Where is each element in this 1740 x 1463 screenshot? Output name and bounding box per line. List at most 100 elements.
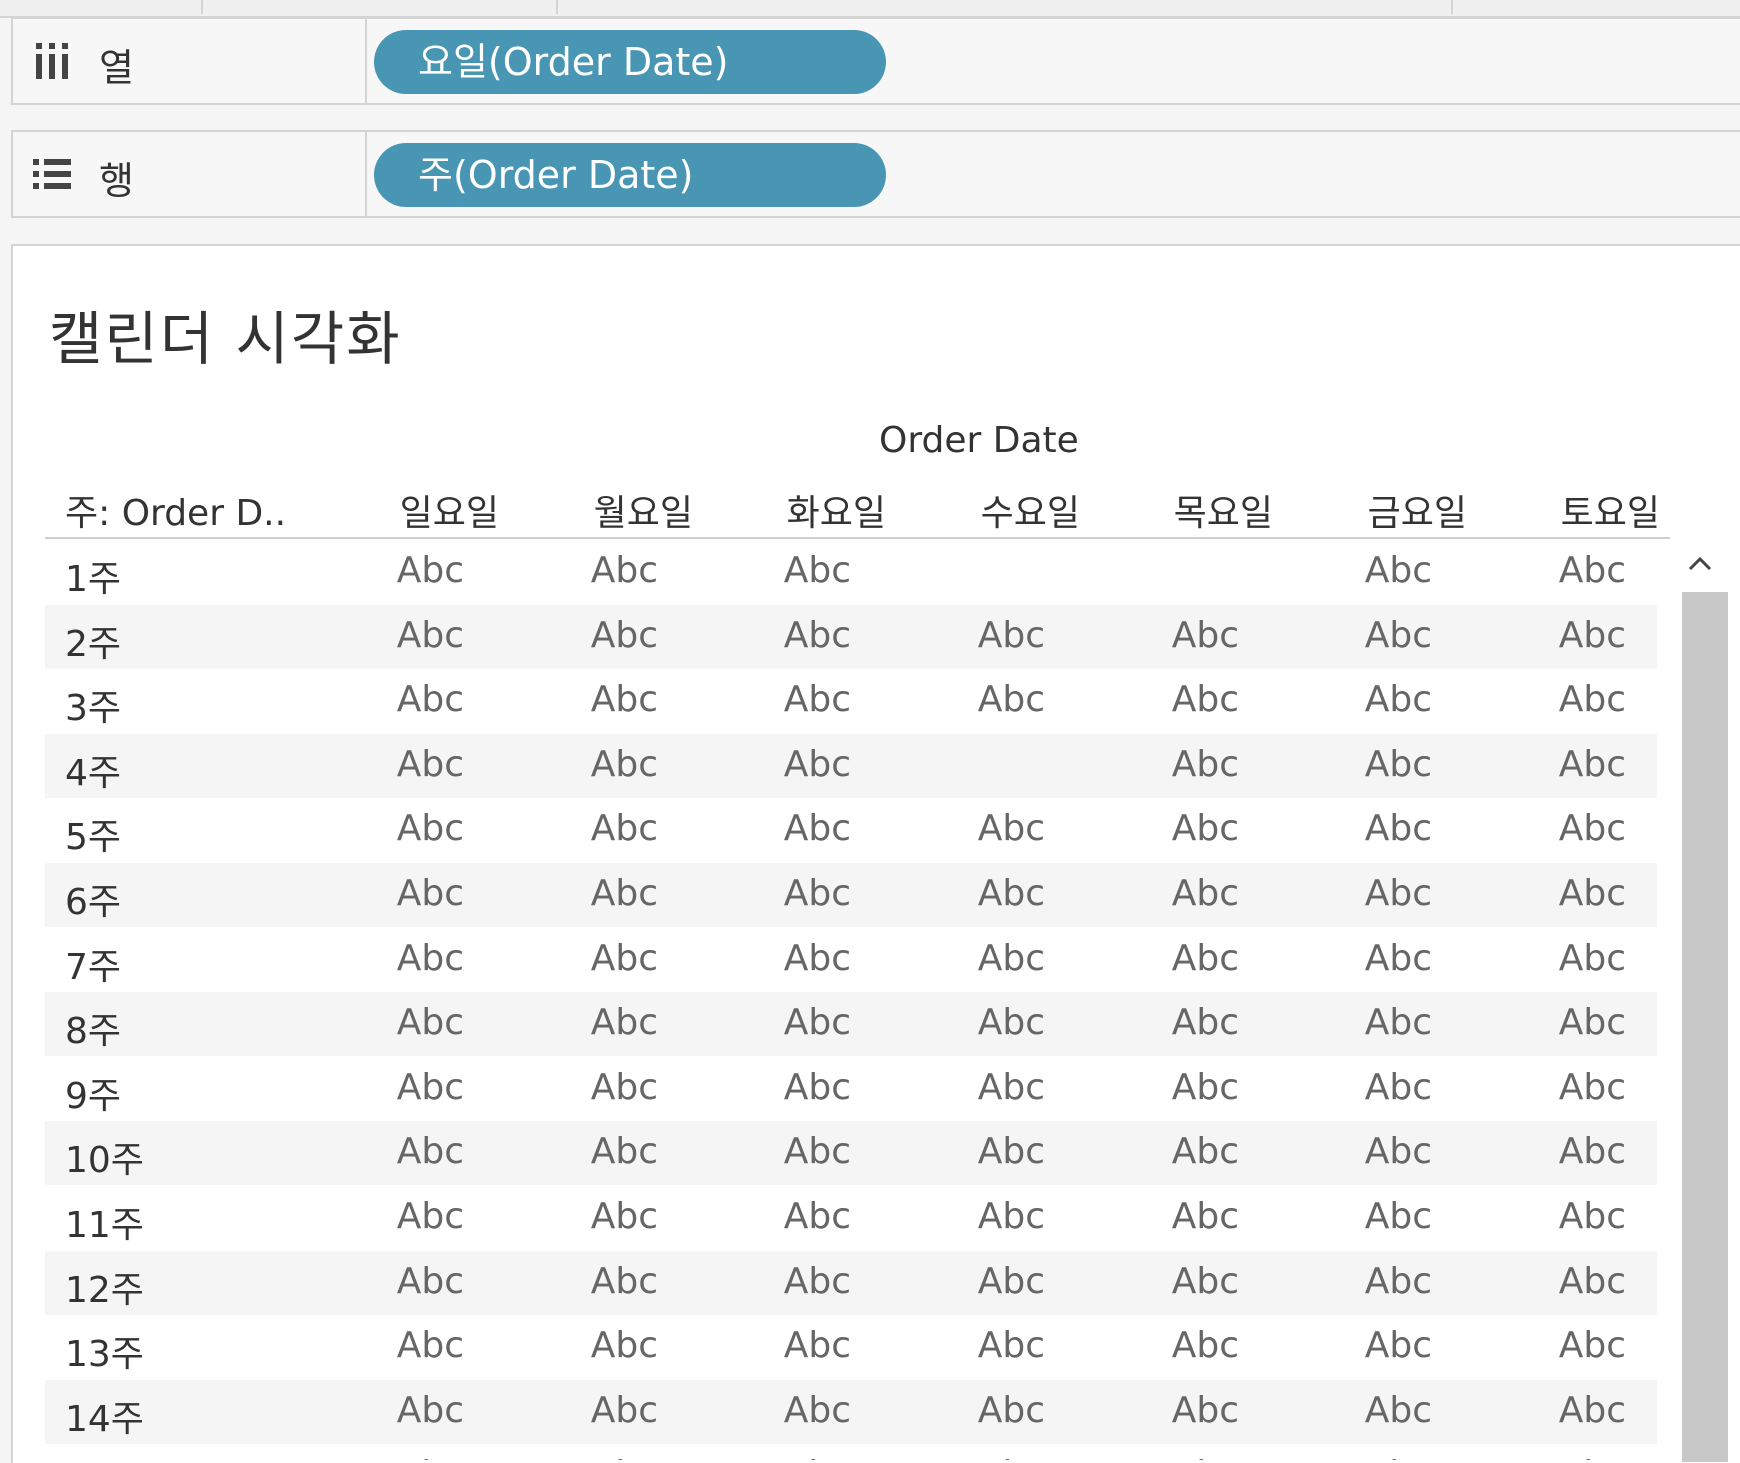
day-cell[interactable]: Abc <box>1559 1454 1626 1460</box>
day-cell[interactable]: Abc <box>397 1196 464 1237</box>
day-cell[interactable]: Abc <box>1365 1002 1432 1043</box>
day-cell[interactable]: Abc <box>397 1131 464 1172</box>
week-label[interactable]: 2주 <box>65 615 121 667</box>
day-cell[interactable]: Abc <box>591 679 658 720</box>
day-cell[interactable]: Abc <box>397 1454 464 1460</box>
table-row[interactable]: 1주 Abc Abc Abc Abc Abc <box>45 540 1657 604</box>
day-cell[interactable]: Abc <box>1172 1390 1239 1431</box>
day-cell[interactable]: Abc <box>1365 1390 1432 1431</box>
day-cell[interactable]: Abc <box>1365 679 1432 720</box>
day-cell[interactable]: Abc <box>591 744 658 785</box>
week-label[interactable]: 9주 <box>65 1067 121 1119</box>
day-cell[interactable]: Abc <box>591 1325 658 1366</box>
day-cell[interactable]: Abc <box>397 615 464 656</box>
day-cell[interactable]: Abc <box>591 1390 658 1431</box>
day-cell[interactable]: Abc <box>784 1325 851 1366</box>
day-cell[interactable]: Abc <box>591 1196 658 1237</box>
day-cell[interactable]: Abc <box>1172 744 1239 785</box>
day-cell[interactable]: Abc <box>397 938 464 979</box>
week-label[interactable]: 4주 <box>65 744 121 796</box>
day-cell[interactable]: Abc <box>397 1002 464 1043</box>
day-cell[interactable]: Abc <box>1365 1325 1432 1366</box>
table-row[interactable]: 6주 Abc Abc Abc Abc Abc Abc Abc <box>45 863 1657 927</box>
day-cell[interactable]: Abc <box>1559 744 1626 785</box>
week-label[interactable]: 3주 <box>65 679 121 731</box>
week-label[interactable]: 5주 <box>65 808 121 860</box>
day-cell[interactable]: Abc <box>978 615 1045 656</box>
scroll-up-button[interactable] <box>1672 542 1728 586</box>
day-cell[interactable]: Abc <box>784 1002 851 1043</box>
table-row[interactable]: 5주 Abc Abc Abc Abc Abc Abc Abc <box>45 798 1657 862</box>
table-row[interactable]: 15주 Abc Abc Abc Abc Abc Abc Abc <box>45 1444 1657 1460</box>
day-cell[interactable]: Abc <box>784 550 851 591</box>
day-header-thursday[interactable]: 목요일 <box>1174 484 1273 536</box>
day-header-sunday[interactable]: 일요일 <box>400 484 499 536</box>
day-header-wednesday[interactable]: 수요일 <box>981 484 1080 536</box>
day-cell[interactable]: Abc <box>591 1261 658 1302</box>
day-cell[interactable]: Abc <box>397 1325 464 1366</box>
rows-shelf[interactable]: 행 주(Order Date) <box>11 130 1740 218</box>
column-axis-title[interactable]: Order Date <box>879 420 1079 461</box>
day-cell[interactable]: Abc <box>784 1131 851 1172</box>
day-cell[interactable]: Abc <box>1559 1067 1626 1108</box>
weekday-order-date-pill[interactable]: 요일(Order Date) <box>374 30 886 94</box>
day-cell[interactable]: Abc <box>978 1131 1045 1172</box>
day-cell[interactable]: Abc <box>591 1454 658 1460</box>
day-cell[interactable]: Abc <box>397 550 464 591</box>
day-cell[interactable]: Abc <box>978 1325 1045 1366</box>
day-cell[interactable]: Abc <box>397 808 464 849</box>
day-cell[interactable]: Abc <box>591 1002 658 1043</box>
day-cell[interactable]: Abc <box>1172 1002 1239 1043</box>
day-cell[interactable]: Abc <box>1365 873 1432 914</box>
day-cell[interactable]: Abc <box>784 938 851 979</box>
calendar-table[interactable]: 1주 Abc Abc Abc Abc Abc 2주 Abc Abc Abc Abc Abc Abc Abc… <box>45 540 1657 1460</box>
day-cell[interactable]: Abc <box>978 1261 1045 1302</box>
day-cell[interactable]: Abc <box>591 1067 658 1108</box>
week-label[interactable]: 7주 <box>65 938 121 990</box>
day-cell[interactable]: Abc <box>1172 1261 1239 1302</box>
week-label[interactable]: 6주 <box>65 873 121 925</box>
day-cell[interactable]: Abc <box>1559 938 1626 979</box>
day-cell[interactable]: Abc <box>1559 1196 1626 1237</box>
week-label[interactable]: 8주 <box>65 1002 121 1054</box>
day-cell[interactable]: Abc <box>1172 1325 1239 1366</box>
day-cell[interactable]: Abc <box>784 1454 851 1460</box>
day-cell[interactable]: Abc <box>784 1196 851 1237</box>
day-cell[interactable]: Abc <box>1365 1131 1432 1172</box>
day-cell[interactable]: Abc <box>1172 1454 1239 1460</box>
day-cell[interactable]: Abc <box>591 1131 658 1172</box>
day-cell[interactable]: Abc <box>397 873 464 914</box>
columns-shelf[interactable]: 열 요일(Order Date) <box>11 17 1740 105</box>
day-cell[interactable]: Abc <box>978 1196 1045 1237</box>
day-header-saturday[interactable]: 토요일 <box>1561 484 1660 536</box>
day-cell[interactable]: Abc <box>397 744 464 785</box>
day-cell[interactable]: Abc <box>978 873 1045 914</box>
day-cell[interactable]: Abc <box>1172 615 1239 656</box>
day-cell[interactable]: Abc <box>978 1067 1045 1108</box>
day-cell[interactable]: Abc <box>1559 1261 1626 1302</box>
day-header-tuesday[interactable]: 화요일 <box>787 484 886 536</box>
day-cell[interactable]: Abc <box>978 1002 1045 1043</box>
week-label[interactable]: 1주 <box>65 550 121 602</box>
day-cell[interactable]: Abc <box>397 679 464 720</box>
day-cell[interactable]: Abc <box>1559 1131 1626 1172</box>
day-cell[interactable]: Abc <box>1172 1131 1239 1172</box>
day-cell[interactable]: Abc <box>784 808 851 849</box>
day-cell[interactable]: Abc <box>1365 808 1432 849</box>
day-cell[interactable]: Abc <box>784 1261 851 1302</box>
day-header-friday[interactable]: 금요일 <box>1368 484 1467 536</box>
table-row[interactable]: 7주 Abc Abc Abc Abc Abc Abc Abc <box>45 928 1657 992</box>
day-cell[interactable]: Abc <box>397 1067 464 1108</box>
day-cell[interactable]: Abc <box>1559 1390 1626 1431</box>
table-row[interactable]: 8주 Abc Abc Abc Abc Abc Abc Abc <box>45 992 1657 1056</box>
day-cell[interactable]: Abc <box>1365 1261 1432 1302</box>
day-cell[interactable]: Abc <box>591 873 658 914</box>
day-cell[interactable]: Abc <box>1365 1067 1432 1108</box>
week-label[interactable]: 11주 <box>65 1196 144 1248</box>
day-header-monday[interactable]: 월요일 <box>594 484 693 536</box>
day-cell[interactable]: Abc <box>1559 550 1626 591</box>
week-label[interactable]: 14주 <box>65 1390 144 1442</box>
day-cell[interactable]: Abc <box>1365 550 1432 591</box>
day-cell[interactable]: Abc <box>397 1261 464 1302</box>
table-row[interactable]: 3주 Abc Abc Abc Abc Abc Abc Abc <box>45 669 1657 733</box>
